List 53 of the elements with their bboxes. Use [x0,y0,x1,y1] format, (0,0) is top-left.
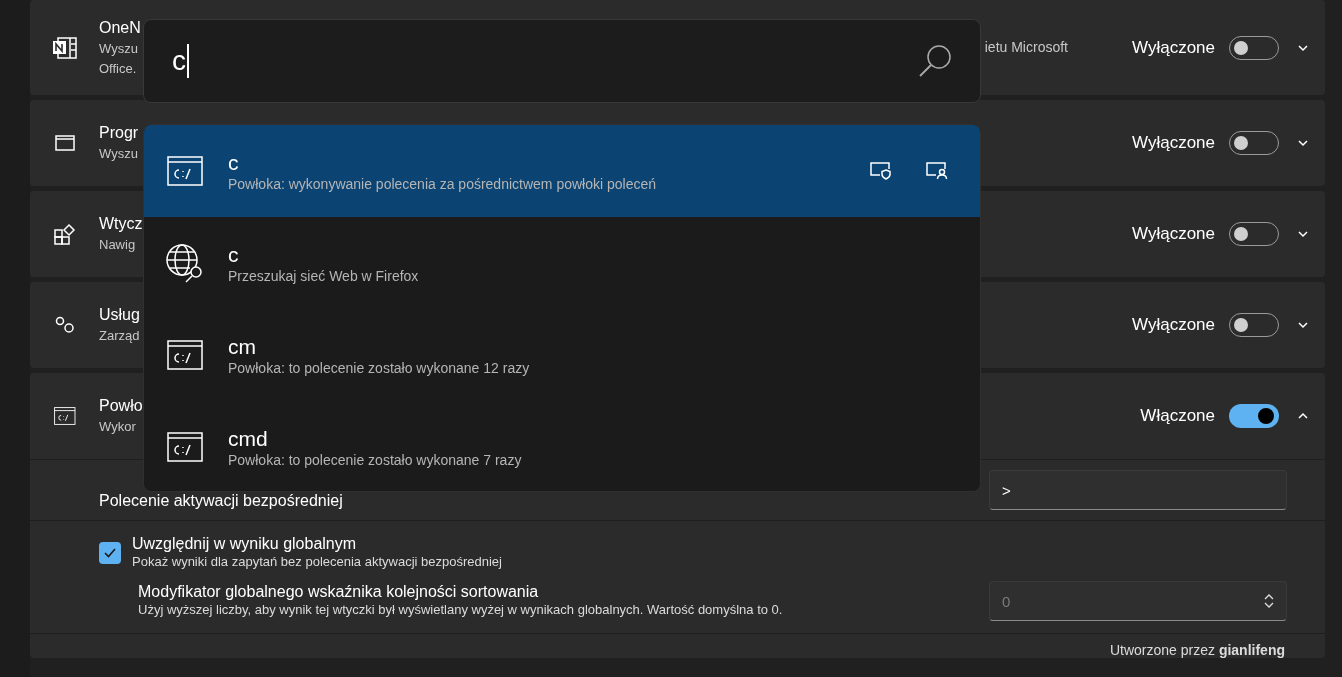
result-subtitle: Powłoka: to polecenie zostało wykonane 12 razy [228,360,530,376]
result-title: cmd [228,426,268,452]
plugin-title: Progr [99,123,139,143]
checkbox-label: Uwzględnij w wyniku globalnym [132,535,358,553]
result-item[interactable]: c Przeszukaj sieć Web w Firefox [144,217,980,309]
result-title: c [228,150,239,176]
setting-hint: Użyj wyższej liczby, aby wynik tej wtyczki był wyświetlany wyżej w wynikach globalnych. Wartość domyślna to 0. [138,601,784,619]
result-subtitle: Przeszukaj sieć Web w Firefox [228,268,419,284]
checkbox[interactable] [99,542,121,564]
result-subtitle: Powłoka: to polecenie zostało wykonane 7 razy [228,452,522,468]
plugin-title: Wtycz [99,214,143,234]
toggle-status: Wyłączone [1132,37,1215,58]
plugin-description: Zarząd [99,327,140,345]
result-subtitle: Powłoka: wykonywanie polecenia za pośrednictwem powłoki poleceń [228,176,656,192]
toggle-switch[interactable] [1229,404,1279,428]
window-icon [55,135,75,151]
terminal-icon [167,340,203,370]
plugin-description: Office. [99,59,137,78]
setting-label: Modyfikator globalnego wskaźnika kolejności sortowania [138,583,540,601]
toggle-status: Wyłączone [1132,224,1215,244]
result-title: cm [228,334,256,360]
plugin-title: OneN [99,17,141,38]
search-icon [918,43,954,79]
result-item[interactable]: c Powłoka: wykonywanie polecenia za pośrednictwem powłoki poleceń [144,125,980,217]
toggle-status: Wyłączone [1132,315,1215,335]
toggle-status: Wyłączone [1132,133,1215,153]
notebook-icon [52,35,78,60]
result-title: c [228,242,239,268]
chevron-icon[interactable] [1297,137,1309,149]
checkmark-icon [104,548,116,558]
terminal-icon [167,156,203,186]
activation-field[interactable]: > [989,470,1287,510]
setting-hint: Pokaż wyniki dla zapytań bez polecenia aktywacji bezpośredniej [132,553,503,571]
author-text: Utworzone przez gianlifeng [1109,642,1285,658]
plugin-icon [54,223,76,245]
result-item[interactable]: cm Powłoka: to polecenie zostało wykonane 12 razy [144,309,980,401]
plugin-description: Wyszu [99,39,138,58]
search-field[interactable]: c [143,19,981,103]
plugin-description: Wykor [99,418,136,436]
plugin-description: ietu Microsoft [984,38,1068,55]
toggle-status: Włączone [1140,406,1215,426]
result-item[interactable]: cmd Powłoka: to polecenie zostało wykonane 7 razy [144,401,980,491]
plugin-description: Wyszu [99,145,138,163]
plugin-description: Nawig [99,236,136,254]
setting-label: Polecenie aktywacji bezpośredniej [99,492,344,510]
plugin-title: Usług [99,305,140,325]
terminal-icon [167,432,203,462]
terminal-icon [54,407,76,425]
chevron-icon[interactable] [1297,319,1309,331]
gears-icon [54,315,76,335]
up-down-icon[interactable] [1264,594,1274,608]
chevron-icon[interactable] [1297,228,1309,240]
plugin-title: Powło [99,396,143,416]
